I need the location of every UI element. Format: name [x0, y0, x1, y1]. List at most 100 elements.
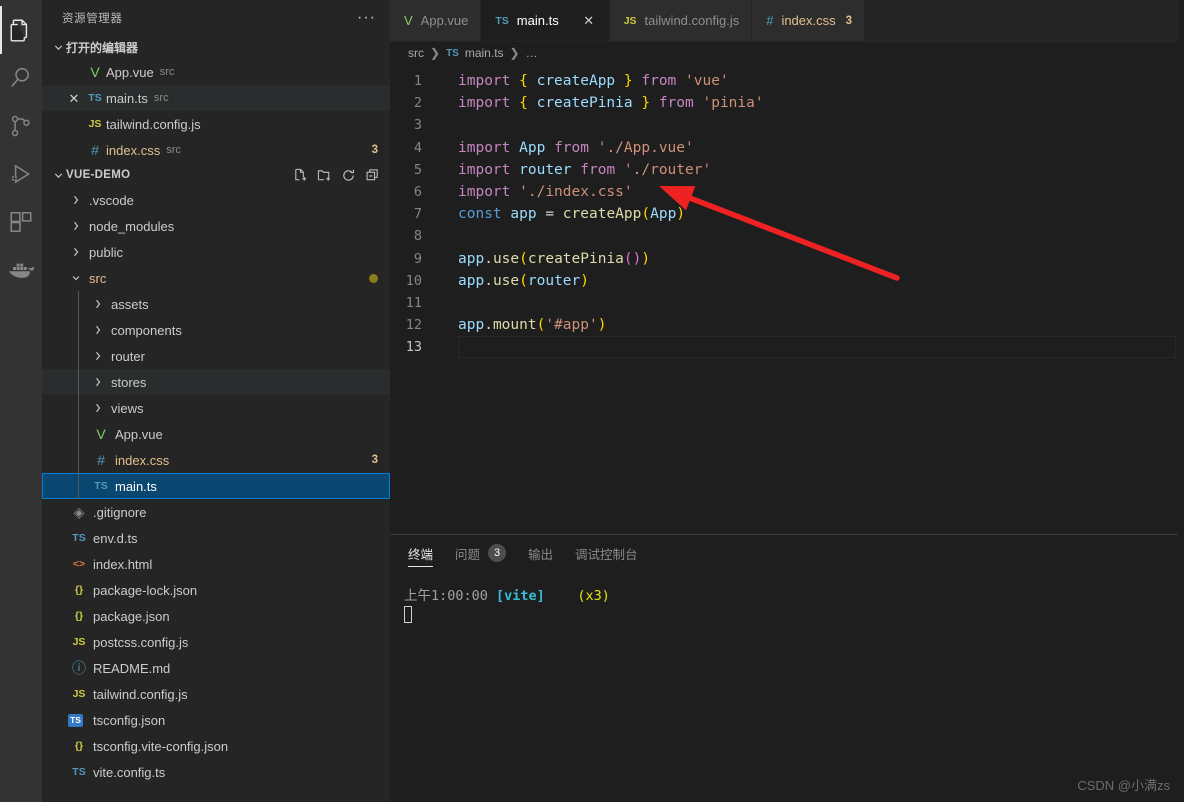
- tree-file-name: tsconfig.vite-config.json: [93, 738, 229, 754]
- tree-file-row[interactable]: TS tsconfig.json: [42, 707, 390, 733]
- chevron-right-icon: [68, 220, 84, 232]
- file-type-icon: TS: [94, 480, 108, 492]
- chevron-down-icon: [50, 167, 66, 183]
- line-number: 8: [413, 228, 422, 245]
- tree-folder-row[interactable]: components: [42, 317, 390, 343]
- terminal-output[interactable]: 上午1:00:00 [vite] (x3): [390, 571, 1184, 802]
- sidebar-title: 资源管理器: [62, 12, 123, 25]
- chevron-right-icon: ❯: [430, 46, 441, 60]
- editor-tab[interactable]: # index.css 3: [752, 0, 866, 41]
- tree-file-row[interactable]: TS vite.config.ts: [42, 759, 390, 785]
- file-type-icon: ◈: [73, 503, 85, 520]
- file-type-icon: JS: [72, 636, 86, 648]
- tree-file-row[interactable]: TS main.ts: [42, 473, 390, 499]
- file-type-icon: TS: [68, 713, 83, 727]
- file-type-icon: ⓘ: [72, 660, 86, 676]
- line-number: 6: [413, 183, 422, 200]
- terminal-timestamp: 上午1:00:00: [404, 588, 488, 604]
- editor-tab[interactable]: V App.vue: [390, 0, 482, 41]
- activity-bar-run-and-debug[interactable]: [0, 150, 42, 198]
- tree-file-row[interactable]: ◈ .gitignore: [42, 499, 390, 525]
- breadcrumb-root[interactable]: src: [408, 46, 424, 60]
- breadcrumb-file[interactable]: main.ts: [465, 46, 504, 60]
- panel-tab[interactable]: 终端: [408, 535, 434, 571]
- tree-folder-row[interactable]: views: [42, 395, 390, 421]
- close-tab-icon[interactable]: ✕: [581, 13, 597, 29]
- editor-tab[interactable]: JS tailwind.config.js: [609, 0, 753, 41]
- tree-folder-row[interactable]: public: [42, 239, 390, 265]
- code-text: const app = createApp(App): [458, 206, 686, 223]
- open-editor-item[interactable]: # index.css src 3: [42, 137, 390, 163]
- workspace-folder-label: VUE-DEMO: [66, 169, 131, 181]
- panel-tab[interactable]: 调试控制台: [575, 535, 638, 571]
- bottom-panel: 终端 问题 3 输出 调试控制台 上午1:00:00 [vite] (x3): [390, 534, 1184, 802]
- chevron-down-icon: [68, 272, 84, 284]
- file-type-icon: #: [91, 142, 99, 158]
- tree-file-row[interactable]: <> index.html: [42, 551, 390, 577]
- open-editor-description: src: [166, 144, 181, 156]
- terminal-repeat-count: (x3): [577, 588, 610, 604]
- panel-tab-label: 调试控制台: [575, 547, 638, 562]
- new-folder-icon[interactable]: [317, 168, 332, 183]
- collapse-all-icon[interactable]: [365, 168, 380, 183]
- chevron-right-icon: [90, 376, 106, 388]
- tree-folder-row[interactable]: src: [42, 265, 390, 291]
- tree-file-row[interactable]: V App.vue: [42, 421, 390, 447]
- chevron-down-icon: [50, 39, 66, 55]
- open-editors-header[interactable]: 打开的编辑器: [42, 35, 390, 59]
- code-text: import router from './router': [458, 161, 712, 178]
- line-number: 7: [413, 206, 422, 223]
- tree-file-row[interactable]: JS postcss.config.js: [42, 629, 390, 655]
- open-editor-item[interactable]: ✕ TS main.ts src: [42, 85, 390, 111]
- editor-tab-label: index.css: [781, 13, 836, 28]
- activity-bar-search[interactable]: [0, 54, 42, 102]
- open-editor-name: main.ts: [106, 90, 148, 106]
- watermark: CSDN @小满zs: [1077, 778, 1170, 793]
- new-file-icon[interactable]: [293, 168, 308, 183]
- file-type-icon: TS: [72, 532, 86, 544]
- breadcrumb-symbols[interactable]: …: [526, 46, 538, 60]
- tree-file-row[interactable]: JS tailwind.config.js: [42, 681, 390, 707]
- editor-tab[interactable]: TS main.ts ✕: [481, 0, 610, 41]
- tree-file-name: tailwind.config.js: [93, 686, 188, 702]
- panel-tab[interactable]: 输出: [528, 535, 553, 571]
- tree-file-row[interactable]: {} tsconfig.vite-config.json: [42, 733, 390, 759]
- tree-folder-row[interactable]: node_modules: [42, 213, 390, 239]
- activity-bar-docker[interactable]: [0, 246, 42, 294]
- chevron-right-icon: [90, 298, 106, 310]
- code-editor[interactable]: 1 import { createApp } from 'vue' 2 import …: [390, 64, 1184, 534]
- tree-file-row[interactable]: # index.css 3: [42, 447, 390, 473]
- workspace-folder-header[interactable]: VUE-DEMO: [42, 163, 390, 187]
- tree-folder-name: components: [111, 322, 182, 338]
- tab-problem-badge: 3: [845, 14, 853, 27]
- tree-folder-row[interactable]: .vscode: [42, 187, 390, 213]
- tree-folder-row[interactable]: assets: [42, 291, 390, 317]
- activity-bar-extensions[interactable]: [0, 198, 42, 246]
- file-type-icon: JS: [72, 688, 86, 700]
- line-number: 11: [405, 294, 422, 311]
- tree-file-row[interactable]: {} package-lock.json: [42, 577, 390, 603]
- tree-file-name: postcss.config.js: [93, 634, 189, 650]
- open-editor-item[interactable]: V App.vue src: [42, 59, 390, 85]
- terminal-cursor: [404, 606, 412, 623]
- tree-file-row[interactable]: {} package.json: [42, 603, 390, 629]
- open-editor-name: App.vue: [106, 64, 154, 80]
- code-line: 3: [390, 114, 1184, 136]
- activity-bar-explorer[interactable]: [0, 6, 42, 54]
- sidebar-more-actions-icon[interactable]: ···: [357, 9, 376, 25]
- tree-file-row[interactable]: ⓘ README.md: [42, 655, 390, 681]
- code-text: import { createApp } from 'vue': [458, 73, 729, 89]
- chevron-right-icon: ❯: [509, 46, 520, 60]
- code-line: 8: [390, 225, 1184, 247]
- panel-tab[interactable]: 问题 3: [455, 535, 507, 571]
- activity-bar-source-control[interactable]: [0, 102, 42, 150]
- open-editor-item[interactable]: JS tailwind.config.js: [42, 111, 390, 137]
- open-editor-name: tailwind.config.js: [106, 116, 201, 132]
- tree-folder-row[interactable]: stores: [42, 369, 390, 395]
- line-number: 4: [413, 139, 422, 156]
- tree-file-row[interactable]: TS env.d.ts: [42, 525, 390, 551]
- close-editor-icon[interactable]: ✕: [64, 92, 84, 105]
- tree-file-name: tsconfig.json: [93, 712, 166, 728]
- refresh-icon[interactable]: [341, 168, 356, 183]
- tree-folder-row[interactable]: router: [42, 343, 390, 369]
